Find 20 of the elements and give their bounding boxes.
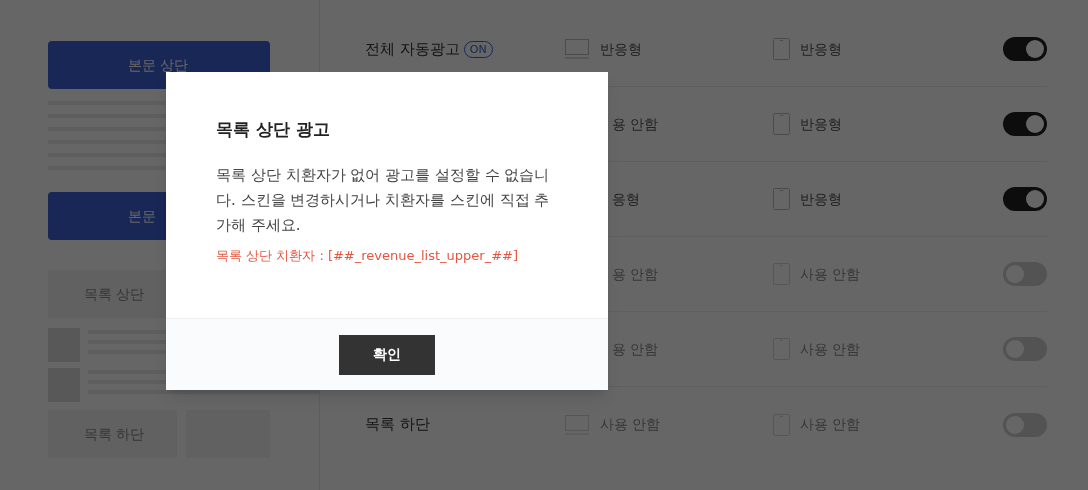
- confirm-button[interactable]: 확인: [339, 334, 435, 375]
- toggle-switch[interactable]: [1003, 37, 1047, 61]
- placeholder-note: 목록 상단 치환자 : [##_revenue_list_upper_##]: [216, 246, 520, 265]
- placement-label: 전체 자동광고: [365, 38, 460, 60]
- placement-label: 목록 하단: [365, 414, 430, 436]
- mobile-setting: 반응형: [800, 39, 842, 59]
- monitor-icon: [565, 39, 589, 59]
- pc-setting: 반응형: [600, 39, 642, 59]
- smartphone-icon: [773, 188, 790, 210]
- pc-setting: 응형: [612, 189, 640, 209]
- mobile-setting: 반응형: [800, 114, 842, 134]
- toggle-switch[interactable]: [1003, 187, 1047, 211]
- block-label: 본문: [128, 206, 156, 226]
- toggle-switch[interactable]: [1003, 112, 1047, 136]
- mobile-setting: 반응형: [800, 189, 842, 209]
- pc-setting: 용 안함: [612, 114, 659, 134]
- smartphone-icon: [773, 38, 790, 60]
- smartphone-icon: [773, 113, 790, 135]
- block-label: 본문 상단: [128, 55, 189, 75]
- dialog-title: 목록 상단 광고: [216, 118, 331, 141]
